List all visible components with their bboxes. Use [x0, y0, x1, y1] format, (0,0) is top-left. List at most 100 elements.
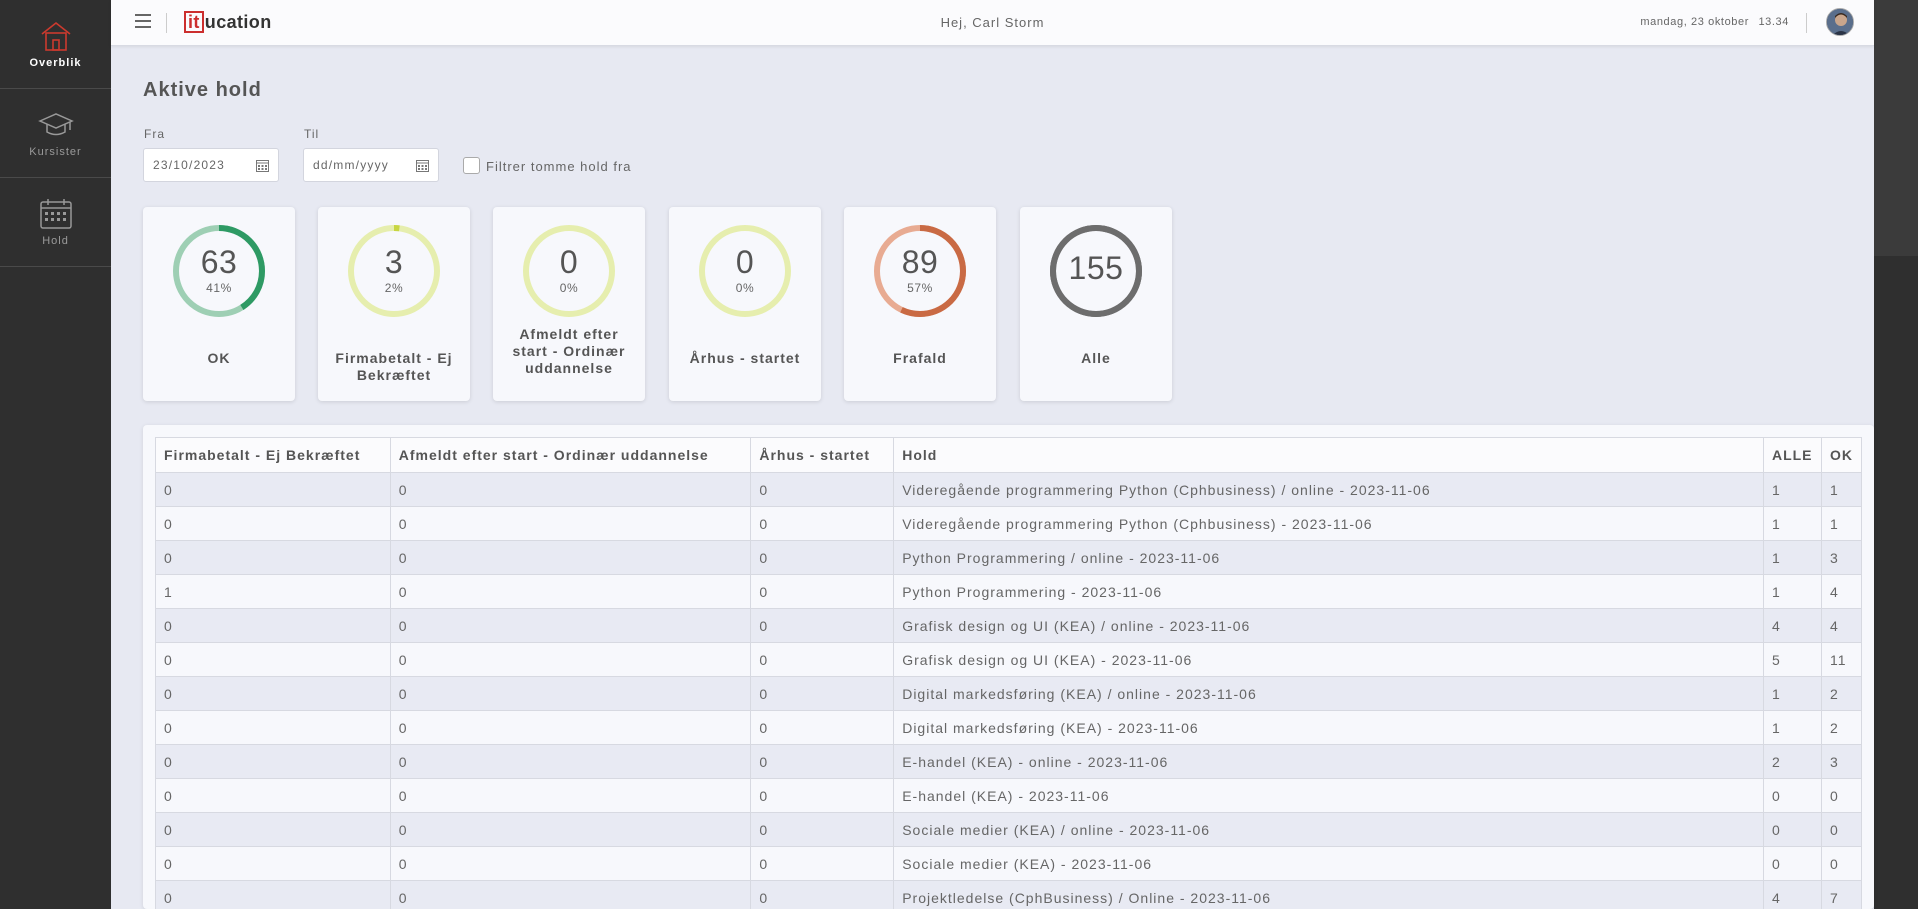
stat-card[interactable]: 63 41% OK [143, 207, 295, 401]
column-header[interactable]: Hold [893, 437, 1764, 473]
table-cell: 5 [1762, 642, 1822, 677]
to-label: Til [304, 127, 320, 141]
table-cell: Sociale medier (KEA) / online - 2023-11-… [893, 812, 1764, 847]
table-row[interactable]: 1 0 0 Python Programmering - 2023-11-06 1 4 [155, 574, 1863, 609]
table-cell: 0 [1820, 812, 1863, 847]
column-header[interactable]: ALLE [1762, 437, 1822, 473]
table-cell: 0 [155, 676, 391, 711]
table-cell: 0 [750, 506, 895, 541]
stat-label: Århus - startet [689, 350, 801, 366]
stat-value: 89 [901, 244, 939, 280]
table-row[interactable]: 0 0 0 Videregående programmering Python (Cp… [155, 506, 1863, 541]
table-row[interactable]: 0 0 0 Grafisk design og UI (KEA) - 2023-11-… [155, 642, 1863, 677]
calendar-icon[interactable] [256, 159, 269, 172]
table-cell: 0 [155, 608, 391, 643]
column-header[interactable]: OK [1820, 437, 1863, 473]
column-header[interactable]: Afmeldt efter start - Ordinær uddannelse [389, 437, 752, 473]
table-cell: Sociale medier (KEA) - 2023-11-06 [893, 846, 1764, 881]
filter-empty-label[interactable]: Filtrer tomme hold fra [486, 159, 632, 174]
sidebar: Overblik Kursister Hold [0, 0, 111, 909]
table-row[interactable]: 0 0 0 Sociale medier (KEA) - 2023-11-06 0 0 [155, 846, 1863, 881]
table-row[interactable]: 0 0 0 Sociale medier (KEA) / online - 2023-… [155, 812, 1863, 847]
table-cell: 0 [389, 472, 752, 507]
from-date-value: 23/10/2023 [153, 158, 226, 172]
table-cell: 0 [750, 744, 895, 779]
column-header[interactable]: Århus - startet [750, 437, 895, 473]
table-cell: 0 [155, 812, 391, 847]
column-header[interactable]: Firmabetalt - Ej Bekræftet [155, 437, 391, 473]
top-header: it ucation Hej, Carl Storm mandag, 23 okt… [111, 0, 1874, 46]
table-header-row: Firmabetalt - Ej Bekræftet Afmeldt efter… [155, 437, 1863, 473]
stat-value: 63 [200, 244, 238, 280]
table-row[interactable]: 0 0 0 E-handel (KEA) - 2023-11-06 0 0 [155, 778, 1863, 813]
table-cell: 0 [1762, 778, 1822, 813]
table-cell: 2 [1820, 676, 1863, 711]
calendar-icon [39, 199, 72, 229]
table-cell: 0 [155, 880, 391, 909]
greeting: Hej, Carl Storm [940, 15, 1045, 30]
stat-label: OK [207, 350, 231, 366]
table-cell: 4 [1820, 608, 1863, 643]
table-cell: 0 [389, 710, 752, 745]
scrollbar-thumb[interactable] [1874, 0, 1918, 256]
sidebar-item-label: Kursister [29, 146, 82, 158]
table-cell: 2 [1762, 744, 1822, 779]
table-cell: 0 [389, 846, 752, 881]
table-cell: 1 [1762, 472, 1822, 507]
table-cell: 0 [750, 710, 895, 745]
table-cell: 0 [155, 710, 391, 745]
to-date-input[interactable]: dd/mm/yyyy [303, 148, 439, 182]
table-cell: 4 [1820, 574, 1863, 609]
table-cell: Python Programmering / online - 2023-11-… [893, 540, 1764, 575]
table-cell: 0 [389, 608, 752, 643]
stat-card[interactable]: 89 57% Frafald [844, 207, 996, 401]
table-cell: 1 [1820, 506, 1863, 541]
page-title: Aktive hold [143, 79, 262, 101]
filter-empty-checkbox[interactable] [463, 157, 480, 174]
table-cell: Digital markedsføring (KEA) - 2023-11-06 [893, 710, 1764, 745]
stat-label: Frafald [893, 350, 947, 366]
table-cell: Grafisk design og UI (KEA) - 2023-11-06 [893, 642, 1764, 677]
table-cell: 4 [1762, 880, 1822, 909]
to-date-placeholder: dd/mm/yyyy [313, 158, 390, 172]
stat-card[interactable]: 155 Alle [1020, 207, 1172, 401]
table-row[interactable]: 0 0 0 Projektledelse (CphBusiness) / Online… [155, 880, 1863, 909]
table-cell: Projektledelse (CphBusiness) / Online - … [893, 880, 1764, 909]
sidebar-item-overblik[interactable]: Overblik [0, 0, 111, 89]
scrollbar[interactable] [1874, 0, 1918, 909]
table-cell: 0 [155, 778, 391, 813]
table-cell: 0 [155, 506, 391, 541]
stat-percent: 57% [907, 281, 933, 295]
table-cell: 0 [389, 744, 752, 779]
table-cell: 3 [1820, 540, 1863, 575]
table-cell: Grafisk design og UI (KEA) / online - 20… [893, 608, 1764, 643]
table-cell: 0 [750, 812, 895, 847]
stat-card[interactable]: 3 2% Firmabetalt - Ej Bekræftet [318, 207, 470, 401]
table-cell: 0 [750, 880, 895, 909]
current-date: mandag, 23 oktober [1640, 16, 1749, 28]
sidebar-item-kursister[interactable]: Kursister [0, 89, 111, 178]
table-row[interactable]: 0 0 0 Digital markedsføring (KEA) - 2023-11… [155, 710, 1863, 745]
table-cell: 0 [155, 540, 391, 575]
stat-label: Afmeldt efter start - Ordinær uddannelse [512, 326, 626, 376]
table-cell: 0 [155, 744, 391, 779]
from-date-input[interactable]: 23/10/2023 [143, 148, 279, 182]
table-cell: 0 [750, 846, 895, 881]
table-row[interactable]: 0 0 0 Grafisk design og UI (KEA) / online -… [155, 608, 1863, 643]
table-cell: 0 [750, 472, 895, 507]
avatar[interactable] [1826, 8, 1854, 36]
table-row[interactable]: 0 0 0 Digital markedsføring (KEA) / online … [155, 676, 1863, 711]
table-cell: 7 [1820, 880, 1863, 909]
stat-card[interactable]: 0 0% Afmeldt efter start - Ordinær uddanne… [493, 207, 645, 401]
stat-label: Firmabetalt - Ej Bekræftet [335, 350, 453, 383]
calendar-icon[interactable] [416, 159, 429, 172]
table-row[interactable]: 0 0 0 Python Programmering / online - 2023-… [155, 540, 1863, 575]
table-row[interactable]: 0 0 0 Videregående programmering Python (Cp… [155, 472, 1863, 507]
stat-card[interactable]: 0 0% Århus - startet [669, 207, 821, 401]
sidebar-item-hold[interactable]: Hold [0, 178, 111, 267]
stat-percent: 0% [559, 281, 579, 295]
teams-table: Firmabetalt - Ej Bekræftet Afmeldt efter… [155, 437, 1863, 909]
current-time: 13.34 [1758, 16, 1789, 28]
stat-value: 0 [559, 244, 579, 280]
table-row[interactable]: 0 0 0 E-handel (KEA) - online - 2023-11-06 2… [155, 744, 1863, 779]
